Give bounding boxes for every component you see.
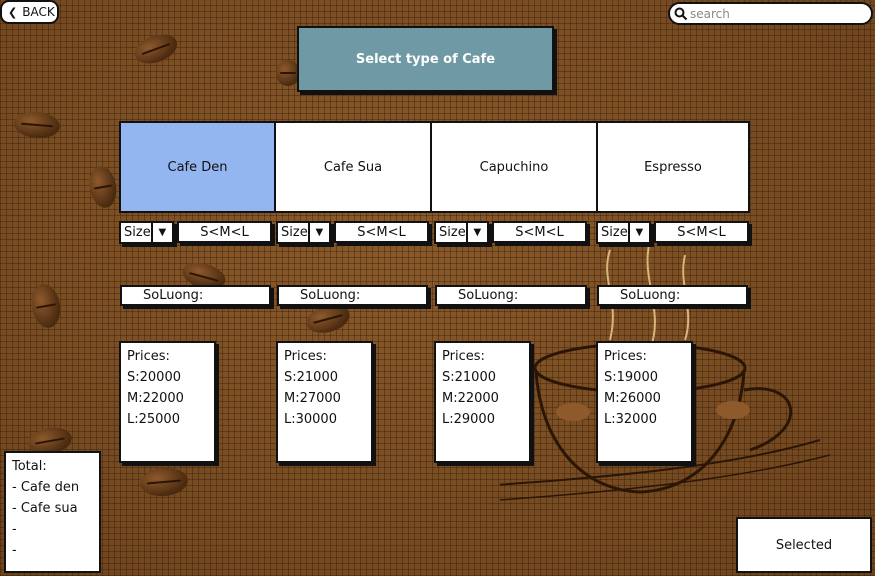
size-range-text: S<M<L — [200, 224, 249, 240]
size-range-text: S<M<L — [357, 224, 406, 240]
prices-title: Prices: — [604, 349, 647, 364]
cafe-card-label: Cafe Den — [167, 159, 228, 175]
search-input[interactable] — [688, 5, 862, 22]
size-dropdown[interactable]: Size ▼ — [596, 221, 651, 244]
prices-title: Prices: — [127, 349, 170, 364]
price-medium: M:27000 — [284, 391, 341, 406]
price-small: S:20000 — [127, 370, 181, 385]
total-item: - — [12, 522, 17, 537]
price-large: L:32000 — [604, 412, 657, 427]
coffee-bean-decoration — [86, 164, 120, 210]
back-button[interactable]: ❮ BACK — [0, 0, 59, 24]
size-dropdown-label: Size — [124, 225, 151, 240]
coffee-bean-decoration — [12, 110, 62, 140]
quantity-field[interactable]: SoLuong: — [277, 285, 428, 306]
selected-button[interactable]: Selected — [736, 517, 872, 573]
price-large: L:29000 — [442, 412, 495, 427]
size-range-label: S<M<L — [654, 221, 749, 243]
quantity-label: SoLuong: — [300, 288, 361, 303]
chevron-down-icon: ▼ — [627, 223, 649, 242]
price-medium: M:26000 — [604, 391, 661, 406]
prices-title: Prices: — [284, 349, 327, 364]
price-large: L:25000 — [127, 412, 180, 427]
quantity-field[interactable]: SoLuong: — [120, 285, 271, 306]
total-panel: Total: - Cafe den - Cafe sua - - — [4, 451, 101, 573]
cafe-card-cafe-sua[interactable]: Cafe Sua — [274, 121, 432, 213]
price-medium: M:22000 — [442, 391, 499, 406]
quantity-field[interactable]: SoLuong: — [435, 285, 587, 306]
size-dropdown[interactable]: Size ▼ — [276, 221, 331, 244]
size-dropdown-label: Size — [601, 225, 628, 240]
price-large: L:30000 — [284, 412, 337, 427]
size-dropdown[interactable]: Size ▼ — [434, 221, 489, 244]
chevron-down-icon: ▼ — [465, 223, 487, 242]
size-range-label: S<M<L — [492, 221, 587, 243]
cafe-card-cafe-den[interactable]: Cafe Den — [119, 121, 276, 213]
size-dropdown-label: Size — [281, 225, 308, 240]
price-medium: M:22000 — [127, 391, 184, 406]
cafe-card-label: Cafe Sua — [323, 159, 383, 175]
back-button-label: BACK — [22, 5, 55, 19]
price-box-espresso: Prices: S:19000 M:26000 L:32000 — [596, 341, 693, 463]
quantity-label: SoLuong: — [620, 288, 681, 303]
size-range-label: S<M<L — [334, 221, 429, 243]
quantity-field[interactable]: SoLuong: — [597, 285, 748, 306]
price-box-cafe-den: Prices: S:20000 M:22000 L:25000 — [119, 341, 216, 463]
coffee-bean-decoration — [138, 465, 190, 499]
total-item: - Cafe den — [12, 480, 80, 495]
prices-title: Prices: — [442, 349, 485, 364]
size-range-text: S<M<L — [515, 224, 564, 240]
size-dropdown-label: Size — [439, 225, 466, 240]
price-box-cafe-sua: Prices: S:21000 M:27000 L:30000 — [276, 341, 373, 463]
selected-button-label: Selected — [775, 537, 833, 553]
price-small: S:21000 — [442, 370, 496, 385]
search-box[interactable] — [668, 2, 873, 25]
cafe-card-capuchino[interactable]: Capuchino — [430, 121, 598, 213]
chevron-left-icon: ❮ — [8, 5, 18, 19]
page-title-text: Select type of Cafe — [355, 51, 496, 67]
price-box-capuchino: Prices: S:21000 M:22000 L:29000 — [434, 341, 531, 463]
quantity-label: SoLuong: — [458, 288, 519, 303]
coffee-bean-decoration — [303, 300, 353, 338]
quantity-label: SoLuong: — [143, 288, 204, 303]
price-small: S:19000 — [604, 370, 658, 385]
total-item: - — [12, 543, 17, 558]
coffee-bean-decoration — [130, 29, 182, 69]
size-dropdown[interactable]: Size ▼ — [119, 221, 174, 244]
cafe-card-label: Capuchino — [479, 159, 549, 175]
size-range-label: S<M<L — [177, 221, 272, 243]
cafe-card-espresso[interactable]: Espresso — [596, 121, 750, 213]
size-range-text: S<M<L — [677, 224, 726, 240]
chevron-down-icon: ▼ — [307, 223, 329, 242]
search-icon — [674, 7, 688, 20]
cafe-card-label: Espresso — [644, 159, 702, 175]
total-item: - Cafe sua — [12, 501, 78, 516]
total-title: Total: — [12, 459, 47, 474]
chevron-down-icon: ▼ — [150, 223, 172, 242]
coffee-bean-decoration — [28, 281, 64, 331]
price-small: S:21000 — [284, 370, 338, 385]
page-title: Select type of Cafe — [297, 26, 554, 92]
